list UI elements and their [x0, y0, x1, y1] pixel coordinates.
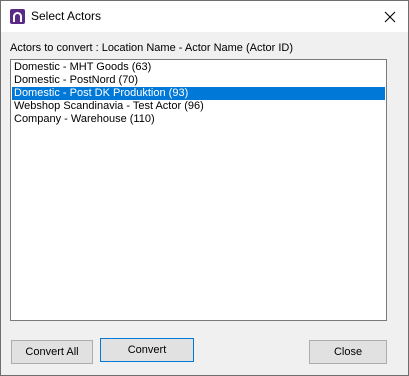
app-logo-icon [10, 9, 25, 24]
list-header-label: Actors to convert : Location Name - Acto… [10, 42, 294, 54]
close-window-button[interactable] [373, 3, 407, 31]
list-item-actor-selected[interactable]: Domestic - Post DK Produktion (93) [12, 87, 385, 100]
actors-listbox[interactable]: Domestic - MHT Goods (63) Domestic - Pos… [10, 59, 387, 321]
select-actors-dialog: Select Actors Actors to convert : Locati… [0, 0, 409, 376]
convert-all-button[interactable]: Convert All [11, 340, 93, 364]
close-icon [384, 11, 396, 23]
list-item-actor[interactable]: Webshop Scandinavia - Test Actor (96) [12, 100, 385, 113]
close-button[interactable]: Close [309, 340, 387, 364]
list-item-actor[interactable]: Domestic - MHT Goods (63) [12, 61, 385, 74]
list-item-actor[interactable]: Company - Warehouse (110) [12, 113, 385, 126]
convert-button[interactable]: Convert [100, 338, 194, 362]
title-bar[interactable]: Select Actors [1, 1, 408, 32]
list-item-actor[interactable]: Domestic - PostNord (70) [12, 74, 385, 87]
window-title: Select Actors [31, 9, 102, 23]
